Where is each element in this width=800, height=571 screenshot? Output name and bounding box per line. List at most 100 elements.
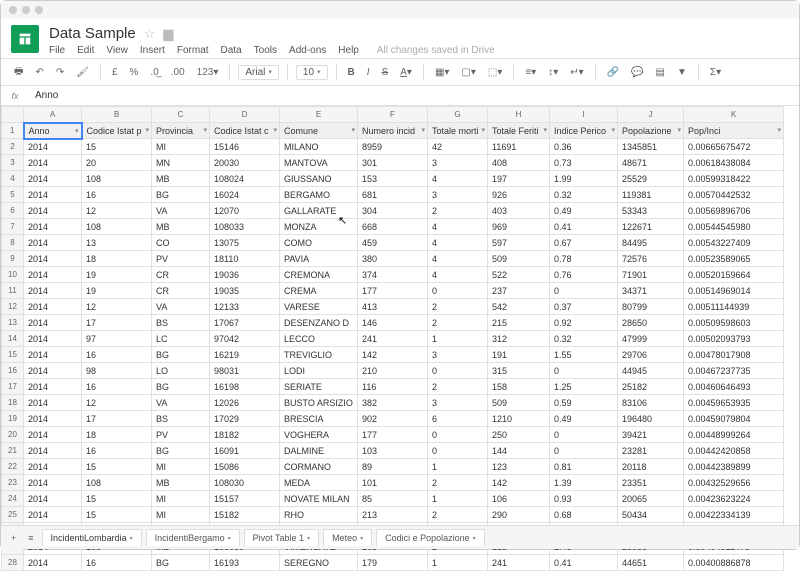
cell[interactable]: 16024 [210, 187, 280, 203]
cell[interactable]: 2014 [24, 235, 82, 251]
cell[interactable]: 2 [428, 475, 488, 491]
cell[interactable]: 0.00618438084 [684, 155, 784, 171]
cell[interactable]: 108 [82, 475, 152, 491]
cell[interactable]: 16 [82, 379, 152, 395]
all-sheets-icon[interactable]: ≡ [24, 531, 37, 545]
cell[interactable]: 0.00478017908 [684, 347, 784, 363]
cell[interactable]: 1 [428, 491, 488, 507]
cell[interactable]: 123 [488, 459, 550, 475]
cell[interactable]: 19 [82, 267, 152, 283]
cell[interactable]: 0.00460646493 [684, 379, 784, 395]
cell[interactable]: 0.00459079804 [684, 411, 784, 427]
cell[interactable]: 0.36 [550, 139, 618, 155]
cell[interactable]: VA [152, 395, 210, 411]
cell[interactable]: CR [152, 283, 210, 299]
cell[interactable]: 16 [82, 347, 152, 363]
cell[interactable]: 98 [82, 363, 152, 379]
cell[interactable]: 2014 [24, 363, 82, 379]
menu-help[interactable]: Help [338, 45, 359, 56]
cell[interactable]: 44945 [618, 363, 684, 379]
cell[interactable]: 2014 [24, 251, 82, 267]
cell[interactable]: 2014 [24, 171, 82, 187]
cell[interactable]: 12 [82, 395, 152, 411]
cell[interactable]: MI [152, 139, 210, 155]
cell[interactable]: 158 [488, 379, 550, 395]
header-cell[interactable]: Pop/Inci▾ [684, 123, 784, 139]
cell[interactable]: 0.00467237735 [684, 363, 784, 379]
cell[interactable]: 15146 [210, 139, 280, 155]
cell[interactable]: 0.32 [550, 331, 618, 347]
traffic-light[interactable] [22, 6, 30, 14]
cell[interactable]: 0 [550, 283, 618, 299]
header-cell[interactable]: Anno▾ [24, 123, 82, 139]
cell[interactable]: 16091 [210, 443, 280, 459]
cell[interactable]: 97042 [210, 331, 280, 347]
cell[interactable]: 0.00422334139 [684, 507, 784, 523]
cell[interactable]: 0.73 [550, 155, 618, 171]
cell[interactable]: 50434 [618, 507, 684, 523]
cell[interactable]: 0.00511144939 [684, 299, 784, 315]
cell[interactable]: 119381 [618, 187, 684, 203]
doc-title[interactable]: Data Sample [49, 25, 136, 42]
col-header[interactable]: A [24, 107, 82, 123]
cell[interactable]: 19036 [210, 267, 280, 283]
cell[interactable]: 1 [428, 555, 488, 571]
cell[interactable]: MB [152, 219, 210, 235]
cell[interactable]: 1.99 [550, 171, 618, 187]
cell[interactable]: 2 [428, 315, 488, 331]
paint-format-icon[interactable]: 🖌 [73, 65, 92, 80]
cell[interactable]: 15157 [210, 491, 280, 507]
cell[interactable]: 2014 [24, 507, 82, 523]
print-icon[interactable]: 🖶 [11, 62, 26, 83]
cell[interactable]: 2014 [24, 155, 82, 171]
cell[interactable]: 0.76 [550, 267, 618, 283]
cell[interactable]: MONZA [280, 219, 358, 235]
cell[interactable]: 53343 [618, 203, 684, 219]
v-align-icon[interactable]: ↕▾ [545, 65, 561, 80]
cell[interactable]: 16193 [210, 555, 280, 571]
cell[interactable]: GIUSSANO [280, 171, 358, 187]
cell[interactable]: 15 [82, 459, 152, 475]
cell[interactable]: MB [152, 171, 210, 187]
cell[interactable]: MI [152, 459, 210, 475]
comment-icon[interactable]: 💬 [628, 65, 646, 80]
cell[interactable]: 0.00432529656 [684, 475, 784, 491]
sheet-tab[interactable]: IncidentiLombardia▾ [42, 529, 142, 546]
header-cell[interactable]: Comune▾ [280, 123, 358, 139]
cell[interactable]: 8959 [358, 139, 428, 155]
cell[interactable]: 108 [82, 219, 152, 235]
cell[interactable]: 17029 [210, 411, 280, 427]
header-cell[interactable]: Popolazione▾ [618, 123, 684, 139]
cell[interactable]: 34371 [618, 283, 684, 299]
cell[interactable]: 144 [488, 443, 550, 459]
cell[interactable]: 28650 [618, 315, 684, 331]
cell[interactable]: 250 [488, 427, 550, 443]
cell[interactable]: 374 [358, 267, 428, 283]
cell[interactable]: 15182 [210, 507, 280, 523]
cell[interactable]: CO [152, 235, 210, 251]
cell[interactable]: 2014 [24, 443, 82, 459]
cell[interactable]: VARESE [280, 299, 358, 315]
header-cell[interactable]: Codice Istat c▾ [210, 123, 280, 139]
sheet-tab[interactable]: Meteo▾ [323, 529, 372, 546]
cell[interactable]: 153 [358, 171, 428, 187]
cell[interactable]: BRESCIA [280, 411, 358, 427]
wrap-icon[interactable]: ↵▾ [567, 65, 586, 80]
cell[interactable]: DALMINE [280, 443, 358, 459]
cell[interactable]: 142 [358, 347, 428, 363]
cell[interactable]: 11691 [488, 139, 550, 155]
cell[interactable]: 2 [428, 507, 488, 523]
cell[interactable]: 191 [488, 347, 550, 363]
cell[interactable]: 382 [358, 395, 428, 411]
cell[interactable]: 2014 [24, 379, 82, 395]
cell[interactable]: LECCO [280, 331, 358, 347]
cell[interactable]: 1.39 [550, 475, 618, 491]
cell[interactable]: 681 [358, 187, 428, 203]
cell[interactable]: 0.68 [550, 507, 618, 523]
cell[interactable]: 459 [358, 235, 428, 251]
cell[interactable]: 6 [428, 411, 488, 427]
cell[interactable]: 179 [358, 555, 428, 571]
chart-icon[interactable]: ▤ [653, 65, 668, 80]
cell[interactable]: CREMONA [280, 267, 358, 283]
cell[interactable]: NOVATE MILAN [280, 491, 358, 507]
